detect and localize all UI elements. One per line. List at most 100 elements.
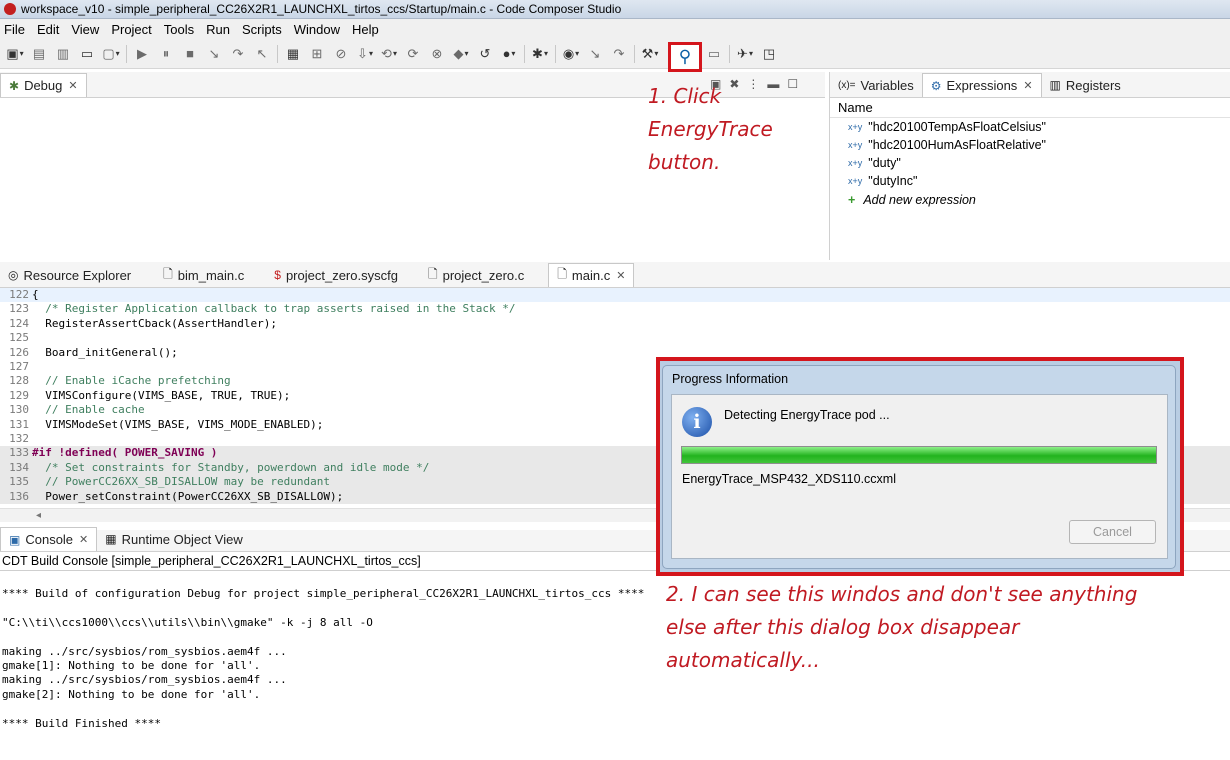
console-line: gmake[2]: Nothing to be done for 'all'. [2,687,261,701]
expression-icon: x+y [848,139,863,150]
expression-row[interactable]: x+y "hdc20100HumAsFloatRelative" [848,138,1046,152]
energytrace-icon[interactable]: ⚲ [668,42,702,72]
suspend-icon[interactable]: ⏸ [156,44,176,64]
c-file-icon: 🗋 [427,266,438,281]
tab-main-c[interactable]: 🗋 main.c ✕ [548,263,635,287]
save-all-icon[interactable]: ▥ [53,44,73,64]
debug-bug-icon[interactable]: ✱ [530,44,550,64]
tab-registers-label: Registers [1065,77,1121,93]
tab-console[interactable]: ▣ Console ✕ [0,527,98,551]
progress-bar-fill [682,447,1156,463]
tab-project-zero-c[interactable]: 🗋 project_zero.c [420,263,532,287]
memory-grid-icon[interactable]: ▦ [283,44,303,64]
save-icon[interactable]: ▤ [29,44,49,64]
annotation-click-energytrace: 1. Click EnergyTrace button. [648,80,808,179]
terminate-icon[interactable]: ■ [180,44,200,64]
clock-icon[interactable]: ▭ [704,44,724,64]
step-into-icon[interactable]: ↘ [204,44,224,64]
line-number: 127 [9,360,29,373]
expression-icon: x+y [848,121,863,132]
console-line: gmake[1]: Nothing to be done for 'all'. [2,659,261,672]
menu-run[interactable]: Run [202,22,238,37]
expression-label: "hdc20100TempAsFloatCelsius" [868,120,1046,134]
console-line: **** Build Finished **** [2,716,161,730]
tab-variables[interactable]: (x)= Variables [830,73,922,97]
close-icon[interactable]: ✕ [68,79,77,92]
toolbar-separator [634,44,635,63]
menu-tools[interactable]: Tools [160,22,202,37]
expression-row[interactable]: x+y "hdc20100TempAsFloatCelsius" [848,120,1046,134]
line-number: 129 [9,388,29,402]
menu-window[interactable]: Window [290,22,348,37]
restart-icon[interactable]: ⟳ [403,44,423,64]
menu-file[interactable]: File [0,22,33,37]
menu-help[interactable]: Help [348,22,387,37]
annotation1-line1: 1. Click [648,84,722,108]
open-perspective-icon[interactable]: ◳ [759,44,779,64]
window-title: workspace_v10 - simple_peripheral_CC26X2… [21,2,622,16]
registers-icon[interactable]: ⊞ [307,44,327,64]
expression-label: "dutyInc" [868,174,918,188]
hammer-icon[interactable]: ⚒ [640,44,660,64]
tab-console-label: Console [25,532,74,547]
column-name-header[interactable]: Name [830,100,1230,118]
line-number: 136 [9,489,29,503]
plus-icon: + [848,193,856,207]
code-text: // Enable cache [32,403,145,417]
menu-view[interactable]: View [67,22,107,37]
terminal-icon[interactable]: ▭ [77,44,97,64]
tab-resource-explorer[interactable]: ◎ Resource Explorer [0,263,139,287]
flash-icon[interactable]: ↺ [475,44,495,64]
menu-project[interactable]: Project [107,22,159,37]
toolbar-separator [729,44,730,63]
tab-expressions[interactable]: ⚙ Expressions ✕ [921,73,1042,97]
tab-registers[interactable]: ▥ Registers [1042,73,1129,97]
console-icon[interactable]: ▢ [101,44,121,64]
toolbar-separator [555,44,556,63]
load-program-icon[interactable]: ⇩ [355,44,375,64]
close-icon[interactable]: ✕ [1023,79,1032,92]
run-to-line-icon[interactable]: ↷ [609,44,629,64]
scroll-left-icon[interactable]: ◂ [36,510,41,521]
cancel-button[interactable]: Cancel [1069,520,1156,544]
resume-icon[interactable]: ▶ [132,44,152,64]
tab-project-zero-label: project_zero.c [442,267,525,283]
step-return-icon[interactable]: ↖ [252,44,272,64]
editor-tabbar: ◎ Resource Explorer 🗋 bim_main.c $ proje… [0,262,1230,288]
step-over-icon[interactable]: ↷ [228,44,248,64]
tab-debug[interactable]: ✱ Debug ✕ [0,73,87,97]
tab-resource-explorer-label: Resource Explorer [23,267,132,283]
run-config-icon[interactable]: ◉ [561,44,581,64]
menu-scripts[interactable]: Scripts [238,22,290,37]
breakpoint-icon[interactable]: ⊘ [331,44,351,64]
console-title: CDT Build Console [simple_peripheral_CC2… [2,554,421,568]
build-icon[interactable]: ● [499,44,519,64]
line-number: 134 [9,460,29,474]
line-number: 126 [9,345,29,359]
line-number: 130 [9,403,29,417]
info-icon: i [682,407,712,437]
annotation2-line3: automatically... [666,648,820,672]
close-icon[interactable]: ✕ [79,533,88,546]
ccs-app-icon [4,3,16,15]
line-number: 122 [9,288,29,301]
run-icon[interactable]: ↘ [585,44,605,64]
tab-runtime-object-view[interactable]: ▦ Runtime Object View [97,527,251,551]
code-text: { [32,288,39,301]
code-text: #if !defined( POWER_SAVING ) [32,446,218,460]
reset-icon[interactable]: ⟲ [379,44,399,64]
disconnect-icon[interactable]: ⊗ [427,44,447,64]
rocket-icon[interactable]: ✈ [735,44,755,64]
add-new-expression[interactable]: + Add new expression [848,193,976,207]
expression-row[interactable]: x+y "duty" [848,156,901,170]
menu-edit[interactable]: Edit [33,22,67,37]
add-new-expression-label: Add new expression [863,193,976,207]
tab-bim-main[interactable]: 🗋 bim_main.c [155,263,252,287]
dialog-file-name: EnergyTrace_MSP432_XDS110.ccxml [682,472,896,486]
group-icon[interactable]: ◆ [451,44,471,64]
close-icon[interactable]: ✕ [616,269,625,282]
tab-project-zero-syscfg[interactable]: $ project_zero.syscfg [266,263,406,287]
expression-label: "duty" [868,156,901,170]
expression-row[interactable]: x+y "dutyInc" [848,174,917,188]
new-icon[interactable]: ▣ [5,44,25,64]
